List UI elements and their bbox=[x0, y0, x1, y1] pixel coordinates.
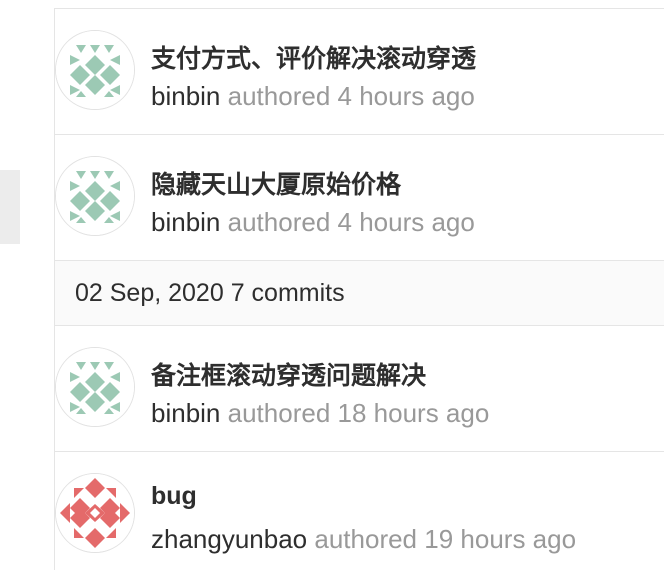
commit-title-link[interactable]: 支付方式、评价解决滚动穿透 bbox=[151, 39, 476, 75]
commit-list: 支付方式、评价解决滚动穿透 binbin authored 4 hours ag… bbox=[54, 9, 664, 570]
commit-author-link[interactable]: zhangyunbao bbox=[151, 524, 307, 554]
commit-row: 隐藏天山大厦原始价格 binbin authored 4 hours ago bbox=[55, 135, 664, 261]
commit-author-link[interactable]: binbin bbox=[151, 81, 220, 111]
commit-row: 备注框滚动穿透问题解决 binbin authored 18 hours ago bbox=[55, 326, 664, 452]
authored-label: authored bbox=[227, 81, 331, 111]
commit-author-link[interactable]: binbin bbox=[151, 207, 220, 237]
authored-label: authored bbox=[227, 207, 331, 237]
commit-meta: binbin authored 4 hours ago bbox=[151, 207, 475, 238]
commit-row: 支付方式、评价解决滚动穿透 binbin authored 4 hours ag… bbox=[55, 9, 664, 135]
commit-time: 4 hours ago bbox=[337, 207, 475, 237]
authored-label: authored bbox=[227, 398, 331, 428]
day-header-label: 02 Sep, 2020 7 commits bbox=[75, 279, 345, 307]
commit-time: 18 hours ago bbox=[337, 398, 490, 428]
commit-time: 19 hours ago bbox=[424, 524, 577, 554]
commit-title-link[interactable]: 备注框滚动穿透问题解决 bbox=[151, 356, 426, 392]
day-header: 02 Sep, 2020 7 commits bbox=[55, 261, 664, 326]
commit-meta: zhangyunbao authored 19 hours ago bbox=[151, 524, 576, 555]
left-sidebar-edge bbox=[0, 0, 54, 570]
sidebar-active-item-edge bbox=[0, 170, 20, 244]
commit-row: bug zhangyunbao authored 19 hours ago bbox=[55, 452, 664, 570]
commit-title-link[interactable]: 隐藏天山大厦原始价格 bbox=[151, 165, 401, 201]
commits-page: 支付方式、评价解决滚动穿透 binbin authored 4 hours ag… bbox=[0, 0, 664, 570]
binbin-avatar-icon[interactable] bbox=[55, 156, 135, 236]
binbin-avatar-icon[interactable] bbox=[55, 347, 135, 427]
commit-time: 4 hours ago bbox=[337, 81, 475, 111]
commit-meta: binbin authored 4 hours ago bbox=[151, 81, 475, 112]
commit-title-link[interactable]: bug bbox=[151, 482, 197, 511]
commit-meta: binbin authored 18 hours ago bbox=[151, 398, 489, 429]
binbin-avatar-icon[interactable] bbox=[55, 30, 135, 110]
commit-author-link[interactable]: binbin bbox=[151, 398, 220, 428]
zhangyunbao-avatar-icon[interactable] bbox=[55, 473, 135, 553]
authored-label: authored bbox=[314, 524, 418, 554]
